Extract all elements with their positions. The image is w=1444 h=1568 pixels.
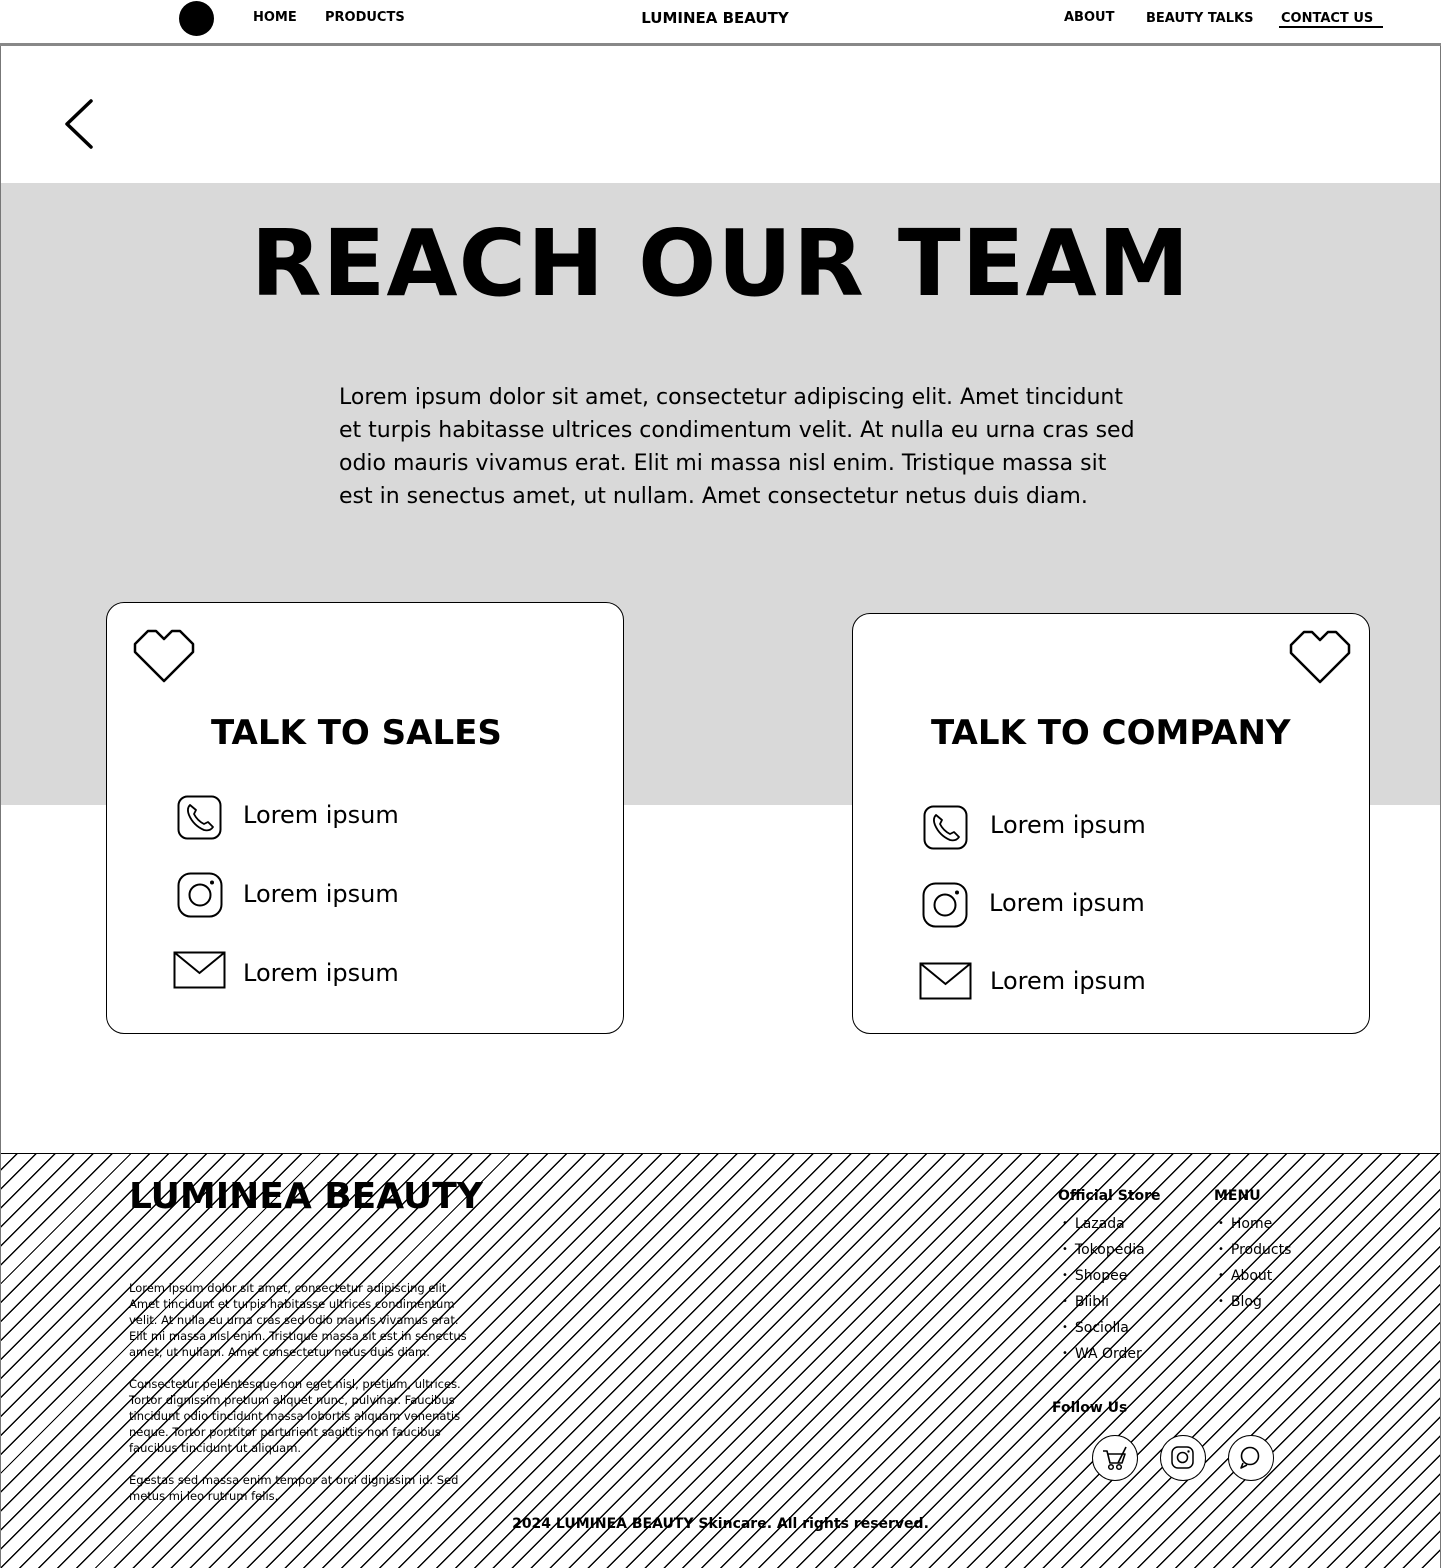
store-link-shopee[interactable]: Shopee (1062, 1264, 1145, 1290)
instagram-icon[interactable] (1160, 1435, 1206, 1481)
nav-about[interactable]: ABOUT (1064, 10, 1114, 25)
footer-paragraph: Egestas sed massa enim tempor at orci di… (129, 1473, 459, 1503)
instagram-text[interactable]: Lorem ipsum (989, 889, 1145, 917)
footer-menu-list: Home Products About Blog (1218, 1212, 1291, 1316)
footer-link-products[interactable]: Products (1218, 1238, 1291, 1264)
back-arrow-icon[interactable] (60, 98, 100, 152)
phone-text[interactable]: Lorem ipsum (990, 811, 1146, 839)
talk-to-company-card: TALK TO COMPANY Lorem ipsum Lorem ipsum … (852, 613, 1370, 1034)
card-title: TALK TO SALES (211, 713, 502, 753)
cart-icon[interactable] (1092, 1435, 1138, 1481)
card-title: TALK TO COMPANY (931, 713, 1291, 753)
footer: LUMINEA BEAUTY Lorem ipsum dolor sit ame… (1, 1153, 1440, 1568)
nav-beauty-talks[interactable]: BEAUTY TALKS (1146, 11, 1253, 26)
talk-to-sales-card: TALK TO SALES Lorem ipsum Lorem ipsum Lo… (106, 602, 624, 1034)
follow-us-heading: Follow Us (1052, 1400, 1128, 1416)
email-icon (919, 962, 972, 1000)
instagram-icon (922, 882, 968, 928)
footer-link-blog[interactable]: Blog (1218, 1290, 1291, 1316)
email-icon (173, 951, 226, 989)
footer-link-about[interactable]: About (1218, 1264, 1291, 1290)
store-link-blibli[interactable]: Blibli (1062, 1290, 1145, 1316)
hero-description: Lorem ipsum dolor sit amet, consectetur … (339, 385, 1135, 509)
instagram-text[interactable]: Lorem ipsum (243, 880, 399, 908)
heart-icon[interactable] (131, 627, 197, 683)
phone-icon (177, 795, 222, 840)
official-store-list: Lazada Tokopedia Shopee Blibli Sociolla … (1062, 1212, 1145, 1368)
store-link-tokopedia[interactable]: Tokopedia (1062, 1238, 1145, 1264)
page-title: REACH OUR TEAM (250, 210, 1191, 317)
store-link-lazada[interactable]: Lazada (1062, 1212, 1145, 1238)
footer-brand: LUMINEA BEAUTY (129, 1176, 483, 1217)
chat-icon[interactable] (1228, 1435, 1274, 1481)
phone-text[interactable]: Lorem ipsum (243, 801, 399, 829)
footer-link-home[interactable]: Home (1218, 1212, 1291, 1238)
top-nav: HOME PRODUCTS LUMINEA BEAUTY ABOUT BEAUT… (0, 0, 1441, 46)
store-link-wa-order[interactable]: WA Order (1062, 1342, 1145, 1368)
heart-icon[interactable] (1287, 628, 1353, 684)
email-text[interactable]: Lorem ipsum (990, 967, 1146, 995)
phone-icon (923, 805, 968, 850)
copyright: 2024 LUMINEA BEAUTY Skincare. All rights… (512, 1516, 929, 1532)
instagram-icon (177, 872, 223, 918)
email-text[interactable]: Lorem ipsum (243, 959, 399, 987)
nav-contact-us[interactable]: CONTACT US (1279, 11, 1384, 28)
store-link-sociolla[interactable]: Sociolla (1062, 1316, 1145, 1342)
menu-heading: MENU (1214, 1188, 1261, 1204)
footer-paragraph: Consectetur pellentesque non eget nisl, … (129, 1377, 461, 1455)
official-store-heading: Official Store (1058, 1188, 1161, 1204)
footer-paragraph: Lorem ipsum dolor sit amet, consectetur … (129, 1281, 467, 1359)
